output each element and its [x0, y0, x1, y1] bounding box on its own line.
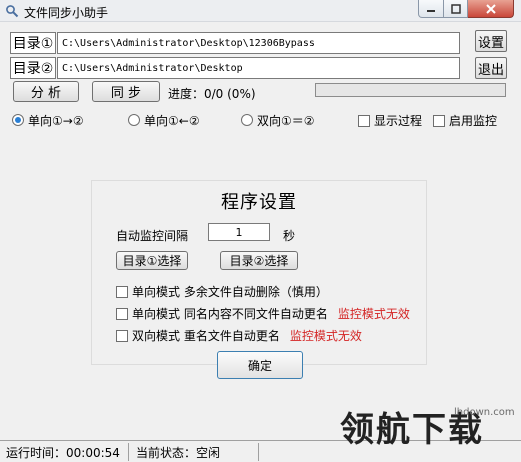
- minimize-icon: [427, 9, 435, 12]
- select-dir1-button[interactable]: 目录①选择: [116, 251, 188, 270]
- mode-label-bidirectional: 双向①＝②: [257, 113, 315, 128]
- dir2-label: 目录②: [10, 57, 56, 79]
- status-divider: [128, 443, 129, 461]
- maximize-icon: [450, 3, 461, 14]
- enable-monitor-checkbox[interactable]: 启用监控: [433, 112, 497, 129]
- option-delete-extra-checkbox[interactable]: 单向模式 多余文件自动删除（慎用）: [116, 283, 328, 300]
- ok-button[interactable]: 确定: [217, 351, 303, 379]
- settings-panel-body: 自动监控间隔 1 秒 目录①选择 目录②选择 单向模式 多余文件自动删除（慎用）…: [92, 203, 426, 363]
- app-icon: [6, 5, 19, 18]
- mode-label-2to1: 单向①←②: [144, 113, 200, 128]
- dir2-path-input[interactable]: C:\Users\Administrator\Desktop: [57, 57, 460, 79]
- progress-bar: [315, 83, 506, 97]
- status-divider: [258, 443, 259, 461]
- enable-monitor-label: 启用监控: [449, 114, 498, 128]
- maximize-button[interactable]: [444, 0, 468, 18]
- interval-label: 自动监控间隔: [116, 229, 189, 243]
- option-rename-duplicate-checkbox[interactable]: 双向模式 重名文件自动更名 监控模式无效: [116, 327, 362, 344]
- mode-label-1to2: 单向①→②: [28, 113, 84, 128]
- monitor-invalid-note: 监控模式无效: [289, 329, 362, 343]
- checkbox-box: [116, 285, 128, 298]
- sync-button[interactable]: 同 步: [92, 81, 160, 102]
- close-button[interactable]: [468, 0, 514, 18]
- mode-radio-1to2[interactable]: 单向①→②: [12, 112, 84, 128]
- option-rename-diff-checkbox[interactable]: 单向模式 同名内容不同文件自动更名 监控模式无效: [116, 305, 410, 322]
- option-rename-duplicate-label: 双向模式 重名文件自动更名: [132, 329, 280, 343]
- checkbox-box: [433, 114, 445, 127]
- settings-panel: 程序设置 自动监控间隔 1 秒 目录①选择 目录②选择 单向模式 多余文件自动删…: [91, 180, 427, 379]
- show-process-label: 显示过程: [374, 114, 423, 128]
- checkbox-box: [116, 329, 128, 342]
- interval-input[interactable]: 1: [208, 223, 270, 241]
- radio-indicator: [128, 114, 140, 126]
- exit-button[interactable]: 退出: [475, 57, 507, 79]
- settings-button[interactable]: 设置: [475, 30, 507, 52]
- dir1-path-input[interactable]: C:\Users\Administrator\Desktop\12306Bypa…: [57, 32, 460, 54]
- mode-radio-2to1[interactable]: 单向①←②: [128, 112, 200, 128]
- checkbox-box: [116, 307, 128, 320]
- radio-selected-indicator: [12, 114, 24, 126]
- progress-text: 进度：0/0 (0%): [168, 87, 256, 101]
- analyze-button[interactable]: 分 析: [13, 81, 79, 102]
- minimize-button[interactable]: [418, 0, 444, 18]
- mode-radio-bidirectional[interactable]: 双向①＝②: [241, 112, 315, 128]
- radio-indicator: [241, 114, 253, 126]
- watermark-site: lhdown.com: [454, 407, 515, 418]
- window-title: 文件同步小助手: [24, 6, 109, 20]
- close-icon: [485, 3, 496, 14]
- monitor-invalid-note: 监控模式无效: [337, 307, 410, 321]
- current-state-status: 当前状态：空闲: [136, 445, 221, 460]
- title-bar: 文件同步小助手: [0, 0, 521, 22]
- checkbox-box: [358, 114, 370, 127]
- runtime-status: 运行时间：00:00:54: [6, 445, 120, 460]
- interval-unit: 秒: [283, 229, 296, 243]
- option-delete-extra-label: 单向模式 多余文件自动删除（慎用）: [132, 285, 328, 299]
- watermark-logo: lhdown.com 领航下载: [340, 407, 515, 450]
- option-rename-diff-label: 单向模式 同名内容不同文件自动更名: [132, 307, 328, 321]
- dir1-label: 目录①: [10, 32, 56, 54]
- main-client-area: 目录① C:\Users\Administrator\Desktop\12306…: [0, 22, 521, 440]
- show-process-checkbox[interactable]: 显示过程: [358, 112, 422, 129]
- select-dir2-button[interactable]: 目录②选择: [220, 251, 298, 270]
